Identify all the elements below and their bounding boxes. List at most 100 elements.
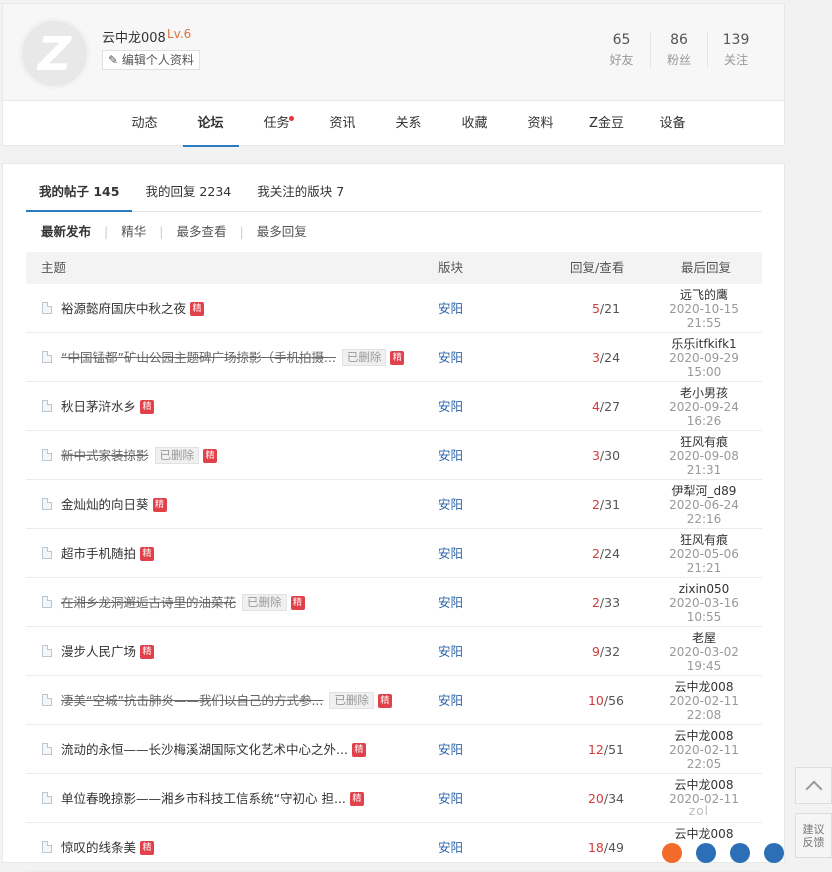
nav-item-favorites[interactable]: 收藏 xyxy=(442,102,508,146)
post-title-link[interactable]: 超市手机随拍 xyxy=(61,529,136,578)
stat-fans[interactable]: 86 粉丝 xyxy=(650,32,707,68)
board-link[interactable]: 安阳 xyxy=(438,676,463,725)
reply-count: 3 xyxy=(591,448,600,463)
filter-latest[interactable]: 最新发布 xyxy=(41,222,91,242)
board-link[interactable]: 安阳 xyxy=(438,627,463,676)
view-count: 24 xyxy=(604,546,621,561)
table-row: 漫步人民广场精 安阳 9/32 老屋 2020-03-02 19:45 xyxy=(26,627,762,676)
stat-label: 好友 xyxy=(609,53,634,67)
board-link[interactable]: 安阳 xyxy=(438,725,463,774)
feedback-button[interactable]: 建议 反馈 xyxy=(795,813,832,858)
tab-my-posts[interactable]: 我的帖子 145 xyxy=(26,164,133,212)
document-icon xyxy=(42,400,52,412)
feedback-label-line2: 反馈 xyxy=(802,835,825,849)
table-row: 凄美“空城”抗击肺炎——我们以自己的方式参... 已删除精 安阳 10/56 云中龙00… xyxy=(26,676,762,725)
last-reply-user[interactable]: 狂风有痕 xyxy=(646,533,762,547)
back-to-top-button[interactable] xyxy=(795,767,832,804)
table-row: 单位春晚掠影——湘乡市科技工信系统“守初心 担... 精 安阳 20/34 云中龙008… xyxy=(26,774,762,823)
featured-badge: 精 xyxy=(203,448,218,463)
nav-item-devices[interactable]: 设备 xyxy=(640,102,706,146)
info-icon[interactable] xyxy=(764,843,784,863)
post-title-link[interactable]: 金灿灿的向日葵 xyxy=(61,480,149,529)
last-reply-time: 16:26 xyxy=(686,414,722,428)
board-link[interactable]: 安阳 xyxy=(438,480,463,529)
nav-item-zbeans[interactable]: Z金豆 xyxy=(574,102,640,146)
board-link[interactable]: 安阳 xyxy=(438,431,463,480)
post-title-link[interactable]: 新中式家装掠影 xyxy=(61,431,149,480)
last-reply-user[interactable]: 老小男孩 xyxy=(646,386,762,400)
nav-item-relations[interactable]: 关系 xyxy=(376,102,442,146)
stat-friends[interactable]: 65 好友 xyxy=(593,32,650,68)
board-link[interactable]: 安阳 xyxy=(438,823,463,872)
last-reply-user[interactable]: 远飞的鹰 xyxy=(646,288,762,302)
nav-item-news[interactable]: 资讯 xyxy=(310,102,376,146)
last-reply-user[interactable]: zixin050 xyxy=(646,582,762,596)
app-icon[interactable] xyxy=(662,843,682,863)
board-link[interactable]: 安阳 xyxy=(438,774,463,823)
chevron-up-icon xyxy=(805,780,822,797)
filter-featured[interactable]: 精华 xyxy=(121,222,146,242)
post-title-link[interactable]: 秋日茅浒水乡 xyxy=(61,382,136,431)
last-reply-user[interactable]: 云中龙008 xyxy=(646,729,762,743)
post-title-link[interactable]: 惊叹的线条美 xyxy=(61,823,136,872)
nav-item-activity[interactable]: 动态 xyxy=(112,102,178,146)
last-reply-user[interactable]: 云中龙008 xyxy=(646,778,762,792)
help-icon[interactable] xyxy=(730,843,750,863)
post-title-link[interactable]: 凄美“空城”抗击肺炎——我们以自己的方式参... xyxy=(61,676,323,725)
share-icon[interactable] xyxy=(696,843,716,863)
filter-most-viewed[interactable]: 最多查看 xyxy=(176,222,226,242)
sort-filters: 最新发布 | 精华 | 最多查看 | 最多回复 xyxy=(41,222,307,242)
nav-item-forum[interactable]: 论坛 xyxy=(178,102,244,147)
last-reply-user[interactable]: 伊犁河_d89 xyxy=(646,484,762,498)
stat-following[interactable]: 139 关注 xyxy=(707,32,764,68)
featured-badge: 精 xyxy=(349,791,364,806)
nav-item-tasks[interactable]: 任务 xyxy=(244,102,310,146)
board-link[interactable]: 安阳 xyxy=(438,578,463,627)
last-reply-cell: 老屋 2020-03-02 19:45 xyxy=(646,631,762,673)
featured-badge: 精 xyxy=(140,399,155,414)
title-cell: 凄美“空城”抗击肺炎——我们以自己的方式参... 已删除精 xyxy=(61,676,392,725)
post-title-link[interactable]: 流动的永恒——长沙梅溪湖国际文化艺术中心之外... xyxy=(61,725,348,774)
title-cell: 惊叹的线条美精 xyxy=(61,823,155,872)
reply-view-count: 4/27 xyxy=(591,399,621,414)
board-link[interactable]: 安阳 xyxy=(438,284,463,333)
post-title-link[interactable]: 裕源懿府国庆中秋之夜 xyxy=(61,284,186,333)
reply-count: 10 xyxy=(587,693,604,708)
nav-item-profile[interactable]: 资料 xyxy=(508,102,574,146)
last-reply-user[interactable]: 老屋 xyxy=(646,631,762,645)
last-reply-date: 2020-06-24 xyxy=(669,498,739,512)
deleted-badge: 已删除 xyxy=(341,349,387,366)
post-title-link[interactable]: 漫步人民广场 xyxy=(61,627,136,676)
last-reply-user[interactable]: 乐乐itfkifk1 xyxy=(646,337,762,351)
last-reply-cell: 云中龙008 xyxy=(646,827,762,841)
last-reply-cell: 狂风有痕 2020-05-06 21:21 xyxy=(646,533,762,575)
filter-most-replied[interactable]: 最多回复 xyxy=(257,222,307,242)
view-count: 56 xyxy=(608,693,625,708)
document-icon xyxy=(42,596,52,608)
post-title-link[interactable]: 单位春晚掠影——湘乡市科技工信系统“守初心 担... xyxy=(61,774,346,823)
level-badge: Lv.6 xyxy=(167,27,192,41)
last-reply-cell: 云中龙008 2020-02-11 22:05 xyxy=(646,729,762,771)
last-reply-user[interactable]: 狂风有痕 xyxy=(646,435,762,449)
post-title-link[interactable]: 在湘乡龙洞邂逅古诗里的油菜花 xyxy=(61,578,236,627)
tab-my-replies[interactable]: 我的回复 2234 xyxy=(132,164,244,211)
edit-profile-button[interactable]: ✎ 编辑个人资料 xyxy=(102,50,200,70)
last-reply-user[interactable]: 云中龙008 xyxy=(646,680,762,694)
reply-count: 18 xyxy=(587,840,604,855)
table-row: 裕源懿府国庆中秋之夜精 安阳 5/21 远飞的鹰 2020-10-15 21:55 xyxy=(26,284,762,333)
header-board: 版块 xyxy=(438,260,464,275)
avatar[interactable]: Z xyxy=(19,18,90,89)
reply-count: 3 xyxy=(591,350,600,365)
post-title-link[interactable]: “中国锰都”矿山公园主题碑广场掠影（手机拍摄... xyxy=(61,333,336,382)
last-reply-user[interactable]: 云中龙008 xyxy=(646,827,762,841)
stat-number: 65 xyxy=(612,32,631,48)
reply-count: 20 xyxy=(587,791,604,806)
board-link[interactable]: 安阳 xyxy=(438,333,463,382)
header-counts: 回复/查看 xyxy=(570,260,625,275)
board-link[interactable]: 安阳 xyxy=(438,529,463,578)
tab-followed-boards[interactable]: 我关注的版块 7 xyxy=(244,164,357,211)
username[interactable]: 云中龙008 xyxy=(102,27,166,46)
table-row: 惊叹的线条美精 安阳 18/49 云中龙008 xyxy=(26,823,762,872)
document-icon xyxy=(42,645,52,657)
board-link[interactable]: 安阳 xyxy=(438,382,463,431)
